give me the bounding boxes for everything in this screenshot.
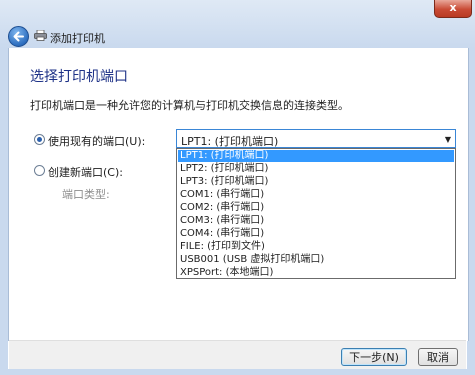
cancel-button[interactable]: 取消: [418, 348, 458, 366]
port-option-com4[interactable]: COM4: (串行端口): [178, 228, 454, 240]
back-arrow-icon: [13, 31, 24, 42]
page-description: 打印机端口是一种允许您的计算机与打印机交换信息的连接类型。: [30, 99, 349, 112]
create-new-port-label[interactable]: 创建新端口(C):: [48, 164, 123, 180]
port-option-usb001[interactable]: USB001 (USB 虚拟打印机端口): [178, 254, 454, 266]
port-type-label: 端口类型:: [62, 188, 110, 201]
window-title: 添加打印机: [50, 32, 105, 45]
next-button[interactable]: 下一步(N): [341, 348, 407, 366]
page-heading: 选择打印机端口: [30, 69, 128, 85]
printer-icon: [34, 30, 47, 41]
port-option-lpt2[interactable]: LPT2: (打印机端口): [178, 163, 454, 175]
port-dropdown-list: LPT1: (打印机端口) LPT2: (打印机端口) LPT3: (打印机端口…: [176, 148, 456, 279]
create-new-port-radio[interactable]: [34, 165, 45, 176]
use-existing-port-radio[interactable]: [34, 134, 45, 145]
port-option-lpt1[interactable]: LPT1: (打印机端口): [178, 150, 454, 162]
existing-port-value: LPT1: (打印机端口): [181, 135, 279, 148]
window-border-bottom: [0, 369, 475, 375]
existing-port-select[interactable]: LPT1: (打印机端口) ▼: [176, 129, 456, 148]
port-option-file[interactable]: FILE: (打印到文件): [178, 241, 454, 253]
port-option-com3[interactable]: COM3: (串行端口): [178, 215, 454, 227]
chevron-down-icon: ▼: [444, 135, 451, 144]
back-button[interactable]: [8, 26, 29, 47]
close-button[interactable]: x: [434, 0, 472, 18]
window-border-left: [0, 48, 8, 375]
use-existing-port-label[interactable]: 使用现有的端口(U):: [48, 133, 145, 149]
port-option-lpt3[interactable]: LPT3: (打印机端口): [178, 176, 454, 188]
port-option-xpsport[interactable]: XPSPort: (本地端口): [178, 267, 454, 279]
port-option-com1[interactable]: COM1: (串行端口): [178, 189, 454, 201]
port-option-com2[interactable]: COM2: (串行端口): [178, 202, 454, 214]
close-icon: x: [449, 1, 457, 14]
